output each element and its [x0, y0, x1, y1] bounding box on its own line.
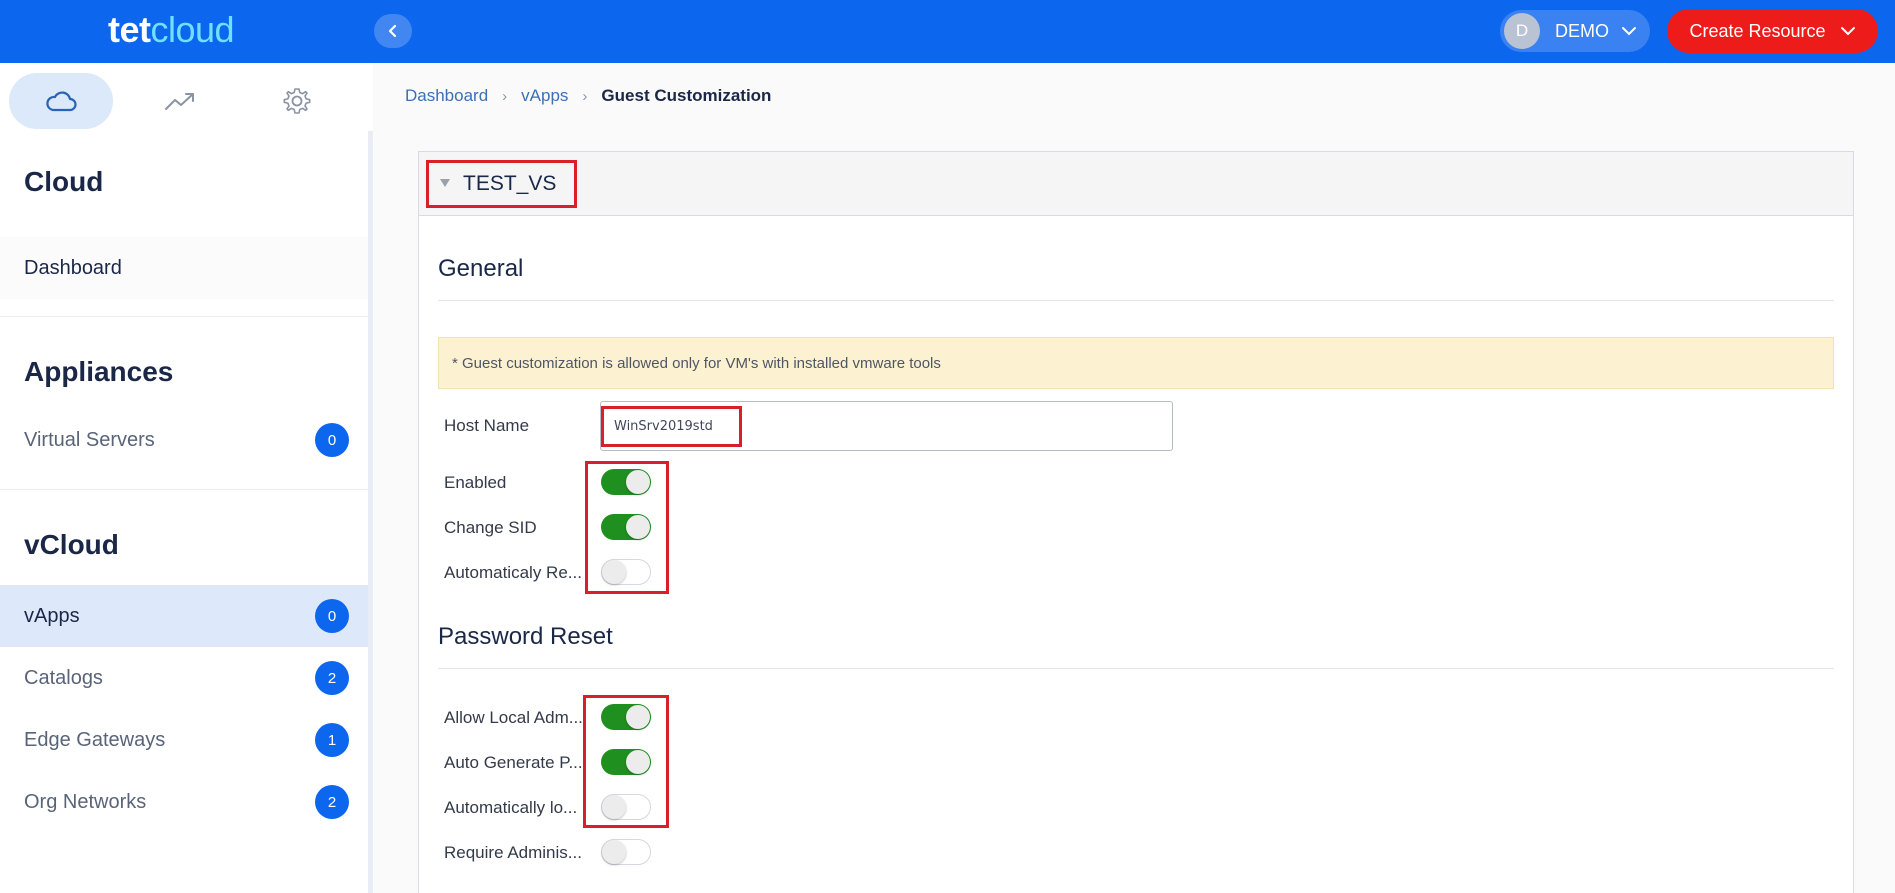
count-badge: 0 [315, 423, 349, 457]
highlight-box [583, 695, 669, 828]
change-sid-label: Change SID [444, 518, 537, 537]
sidebar-item-label: Edge Gateways [24, 728, 166, 751]
count-badge: 0 [315, 599, 349, 633]
user-menu[interactable]: D DEMO [1500, 10, 1650, 52]
vm-customization-panel: TEST_VS General * Guest customization is… [418, 151, 1854, 893]
highlight-box [426, 160, 577, 208]
chevron-down-icon [1840, 27, 1855, 36]
create-resource-label: Create Resource [1689, 20, 1826, 41]
create-resource-button[interactable]: Create Resource [1667, 9, 1878, 53]
logo-tet: tet [108, 9, 151, 50]
logo-cloud: cloud [150, 9, 235, 50]
section-vcloud: vCloud [24, 529, 119, 560]
sidebar-icon-tabs [0, 63, 373, 129]
divider [438, 668, 1834, 669]
logo[interactable]: tetcloud [108, 8, 235, 52]
tab-settings[interactable] [245, 73, 349, 129]
divider [0, 489, 368, 490]
sidebar-item-label: Org Networks [24, 790, 147, 813]
tab-cloud[interactable] [9, 73, 113, 129]
auto-reboot-label: Automaticaly Re... [444, 563, 582, 582]
section-password-reset-title: Password Reset [438, 623, 613, 650]
sidebar-item-label: Catalogs [24, 666, 103, 689]
section-cloud: Cloud [24, 166, 104, 197]
collapse-sidebar-button[interactable] [374, 14, 412, 48]
sidebar-scrollbar[interactable] [368, 131, 373, 893]
require-admin-toggle[interactable] [601, 839, 651, 865]
host-name-label: Host Name [444, 416, 530, 435]
highlight-box [601, 406, 742, 447]
allow-local-admin-label: Allow Local Adm... [444, 708, 583, 727]
chevron-down-icon [1622, 27, 1636, 36]
tab-analytics[interactable] [128, 73, 232, 129]
count-badge: 2 [315, 785, 349, 819]
trend-icon [165, 93, 194, 110]
highlight-box [585, 461, 669, 594]
avatar: D [1504, 13, 1540, 49]
breadcrumb-separator-icon: › [502, 87, 508, 105]
sidebar-item-label: Dashboard [24, 256, 122, 279]
breadcrumb-vapps[interactable]: vApps [521, 86, 568, 106]
count-badge: 1 [315, 723, 349, 757]
breadcrumb-dashboard[interactable]: Dashboard [405, 86, 488, 106]
sidebar-item-dashboard[interactable]: Dashboard [0, 237, 368, 299]
auto-logon-label: Automatically lo... [444, 798, 578, 817]
sidebar-item-edge-gateways[interactable]: Edge Gateways 1 [0, 709, 368, 771]
chevron-left-icon [388, 24, 397, 38]
sidebar-item-org-networks[interactable]: Org Networks 2 [0, 771, 368, 833]
sidebar-item-label: vApps [24, 604, 80, 627]
top-bar: tetcloud D DEMO Create Resource [0, 0, 1895, 63]
count-badge: 2 [315, 661, 349, 695]
breadcrumb-separator-icon: › [582, 87, 588, 105]
tools-notice: * Guest customization is allowed only fo… [438, 337, 1834, 389]
auto-generate-password-label: Auto Generate P... [444, 753, 583, 772]
cloud-icon [46, 91, 77, 112]
divider [438, 300, 1834, 301]
sidebar-item-label: Virtual Servers [24, 428, 155, 451]
require-admin-label: Require Adminis... [444, 843, 582, 862]
vm-panel-header[interactable]: TEST_VS [419, 152, 1853, 216]
breadcrumb-current: Guest Customization [601, 86, 772, 105]
section-general-title: General [438, 255, 524, 282]
section-appliances: Appliances [24, 356, 174, 387]
sidebar-item-catalogs[interactable]: Catalogs 2 [0, 647, 368, 709]
sidebar-item-virtual-servers[interactable]: Virtual Servers 0 [0, 409, 368, 471]
user-name: DEMO [1555, 20, 1609, 41]
toggle-knob [602, 840, 626, 864]
gear-icon [283, 88, 311, 114]
enabled-label: Enabled [444, 473, 507, 492]
sidebar: Cloud Dashboard Appliances Virtual Serve… [0, 63, 373, 893]
divider [0, 316, 368, 317]
sidebar-item-vapps[interactable]: vApps 0 [0, 585, 368, 647]
breadcrumb: Dashboard › vApps › Guest Customization [405, 86, 771, 106]
